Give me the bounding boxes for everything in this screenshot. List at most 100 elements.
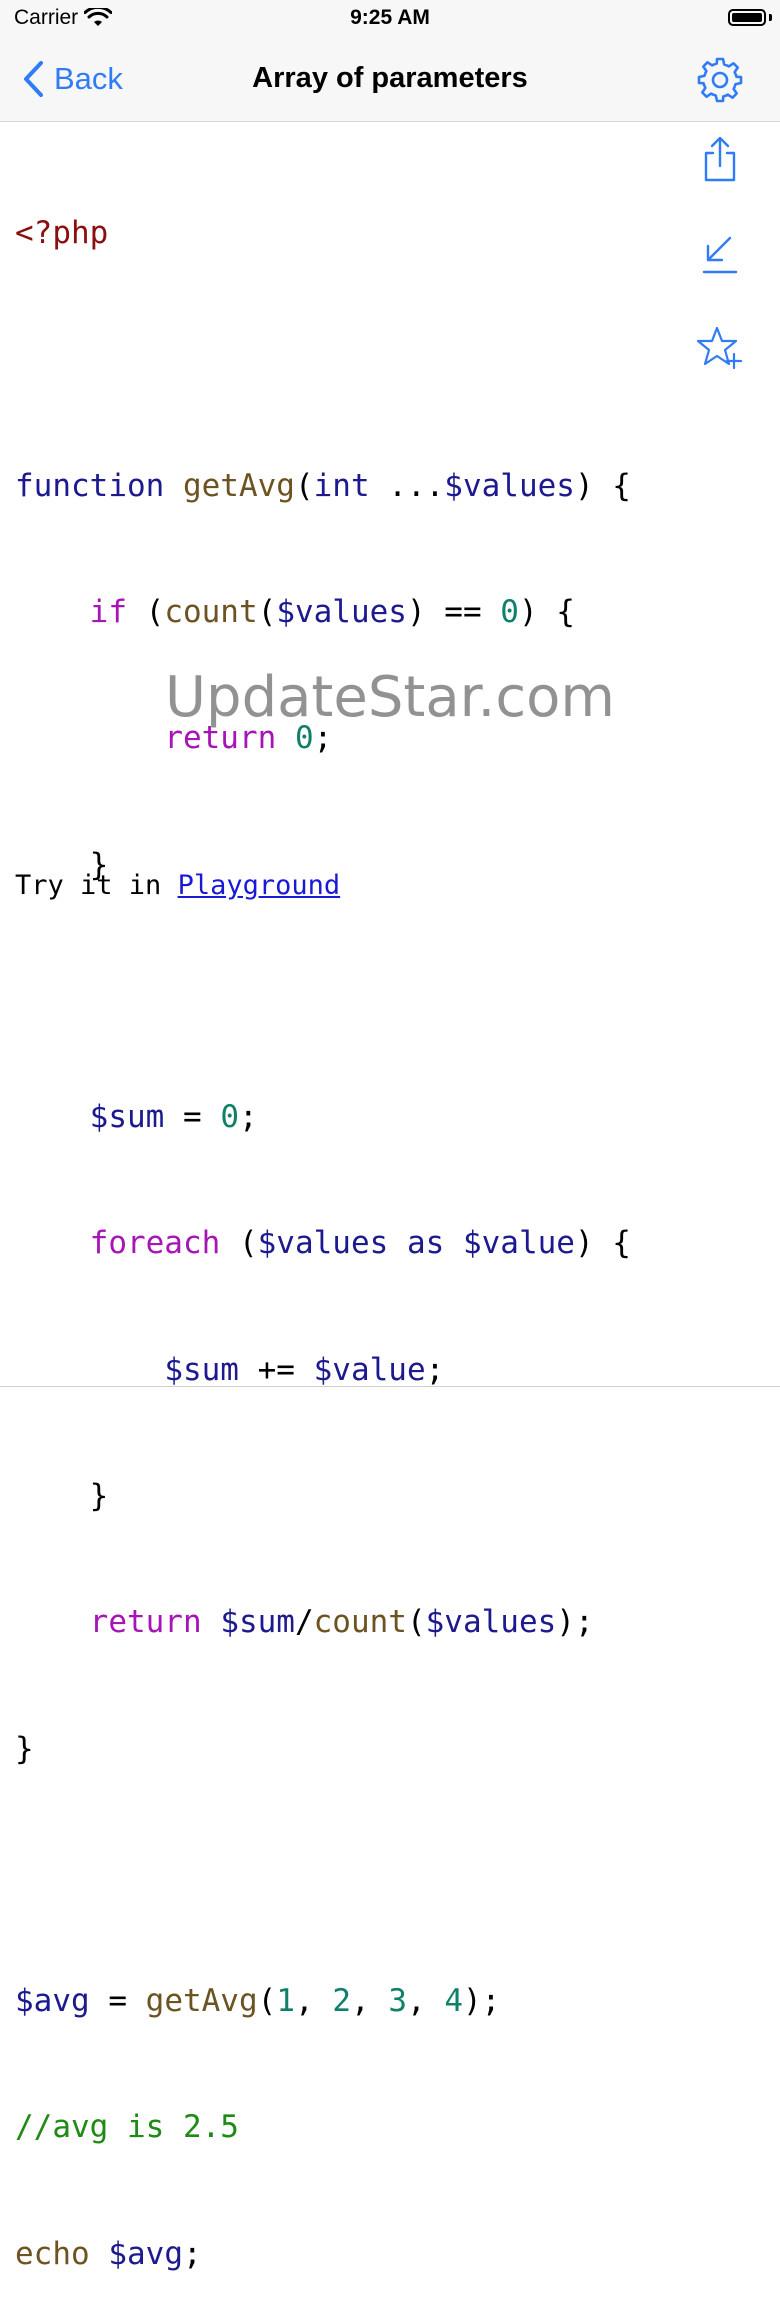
code-token: += [238, 1351, 314, 1388]
code-token: ; [182, 2235, 202, 2272]
code-token: count [164, 594, 258, 631]
code-line: return 0; [15, 717, 631, 759]
arrow-down-left-icon[interactable] [696, 230, 744, 278]
code-token: $values [257, 1225, 389, 1262]
code-token: $value [313, 1351, 426, 1388]
code-token: 0 [294, 720, 314, 757]
navigation-bar: Back Array of parameters [0, 40, 780, 122]
code-token: ; [313, 720, 333, 757]
try-it-label: Try it in [15, 870, 178, 901]
code-token: = [89, 1983, 146, 2020]
code-token: $sum [89, 1099, 165, 1136]
code-token: ); [556, 1604, 594, 1641]
battery-icon [728, 9, 766, 26]
code-token: / [294, 1604, 314, 1641]
code-line: function getAvg(int ...$values) { [15, 465, 631, 507]
code-token: } [15, 1478, 109, 1514]
code-token: $sum [220, 1604, 295, 1641]
code-token: int [313, 467, 370, 504]
code-token: echo [15, 2235, 90, 2272]
code-token: ( [406, 1604, 426, 1641]
code-token: $values [425, 1604, 557, 1641]
code-token: ( [126, 594, 165, 631]
code-token: ) { [574, 467, 631, 504]
code-token: $sum [164, 1351, 239, 1388]
code-token: $values [276, 594, 407, 631]
code-token: 2 [332, 1983, 351, 2020]
code-token: foreach [89, 1225, 221, 1262]
code-block: <?php function getAvg(int ...$values) { … [15, 128, 631, 2317]
code-token: if [89, 594, 127, 631]
code-token: , [294, 1983, 333, 2020]
code-token: //avg is 2.5 [15, 2109, 239, 2146]
code-token: ; [425, 1351, 445, 1388]
code-token: = [164, 1099, 221, 1136]
code-line: //avg is 2.5 [15, 2106, 631, 2148]
playground-link[interactable]: Playground [178, 870, 341, 901]
star-plus-icon[interactable] [696, 324, 744, 372]
page-title: Array of parameters [252, 62, 528, 94]
code-token: ( [220, 1225, 258, 1262]
code-token: ); [462, 1983, 501, 2020]
code-token: getAvg [145, 1983, 258, 2020]
code-token: return [89, 1604, 202, 1641]
code-token: ( [257, 594, 277, 631]
share-icon[interactable] [696, 136, 744, 184]
code-token: ( [294, 467, 314, 504]
status-time: 9:25 AM [350, 6, 430, 29]
code-token: } [15, 1730, 34, 1767]
code-token: ) { [518, 594, 575, 631]
code-token: ) { [574, 1225, 631, 1262]
code-token: $avg [15, 1983, 90, 2020]
try-it-text: Try it in Playground [15, 870, 340, 901]
code-token: count [313, 1604, 407, 1641]
side-toolbar [696, 136, 744, 418]
code-line: } [15, 1728, 631, 1770]
code-token: ( [257, 1983, 277, 2020]
code-token: function [15, 467, 165, 504]
code-line: <?php [15, 212, 631, 254]
battery-tip [769, 14, 772, 21]
code-token: getAvg [182, 467, 295, 504]
code-line: foreach ($values as $value) { [15, 1222, 631, 1264]
code-token: , [406, 1983, 445, 2020]
code-token: 1 [276, 1983, 295, 2020]
code-token: ... [369, 467, 445, 504]
code-token: return [164, 720, 277, 757]
code-line: } [15, 1475, 631, 1517]
code-line: if (count($values) == 0) { [15, 591, 631, 633]
code-line: echo $avg; [15, 2233, 631, 2275]
code-token: ) == [406, 594, 501, 631]
code-line: $sum += $value; [15, 1349, 631, 1391]
code-line: return $sum/count($values); [15, 1601, 631, 1643]
code-token: $avg [108, 2235, 183, 2272]
code-token: 0 [500, 594, 519, 631]
code-token: 3 [388, 1983, 407, 2020]
code-token: $value [462, 1225, 575, 1262]
code-token: , [350, 1983, 389, 2020]
code-token: 4 [444, 1983, 463, 2020]
code-token: 0 [220, 1099, 239, 1136]
code-line: $sum = 0; [15, 1096, 631, 1138]
code-token: $values [444, 467, 575, 504]
gear-icon[interactable] [696, 56, 744, 104]
code-line: $avg = getAvg(1, 2, 3, 4); [15, 1980, 631, 2022]
code-token: ; [238, 1099, 258, 1136]
php-open-tag: <?php [15, 215, 109, 252]
code-token: as [406, 1225, 445, 1262]
